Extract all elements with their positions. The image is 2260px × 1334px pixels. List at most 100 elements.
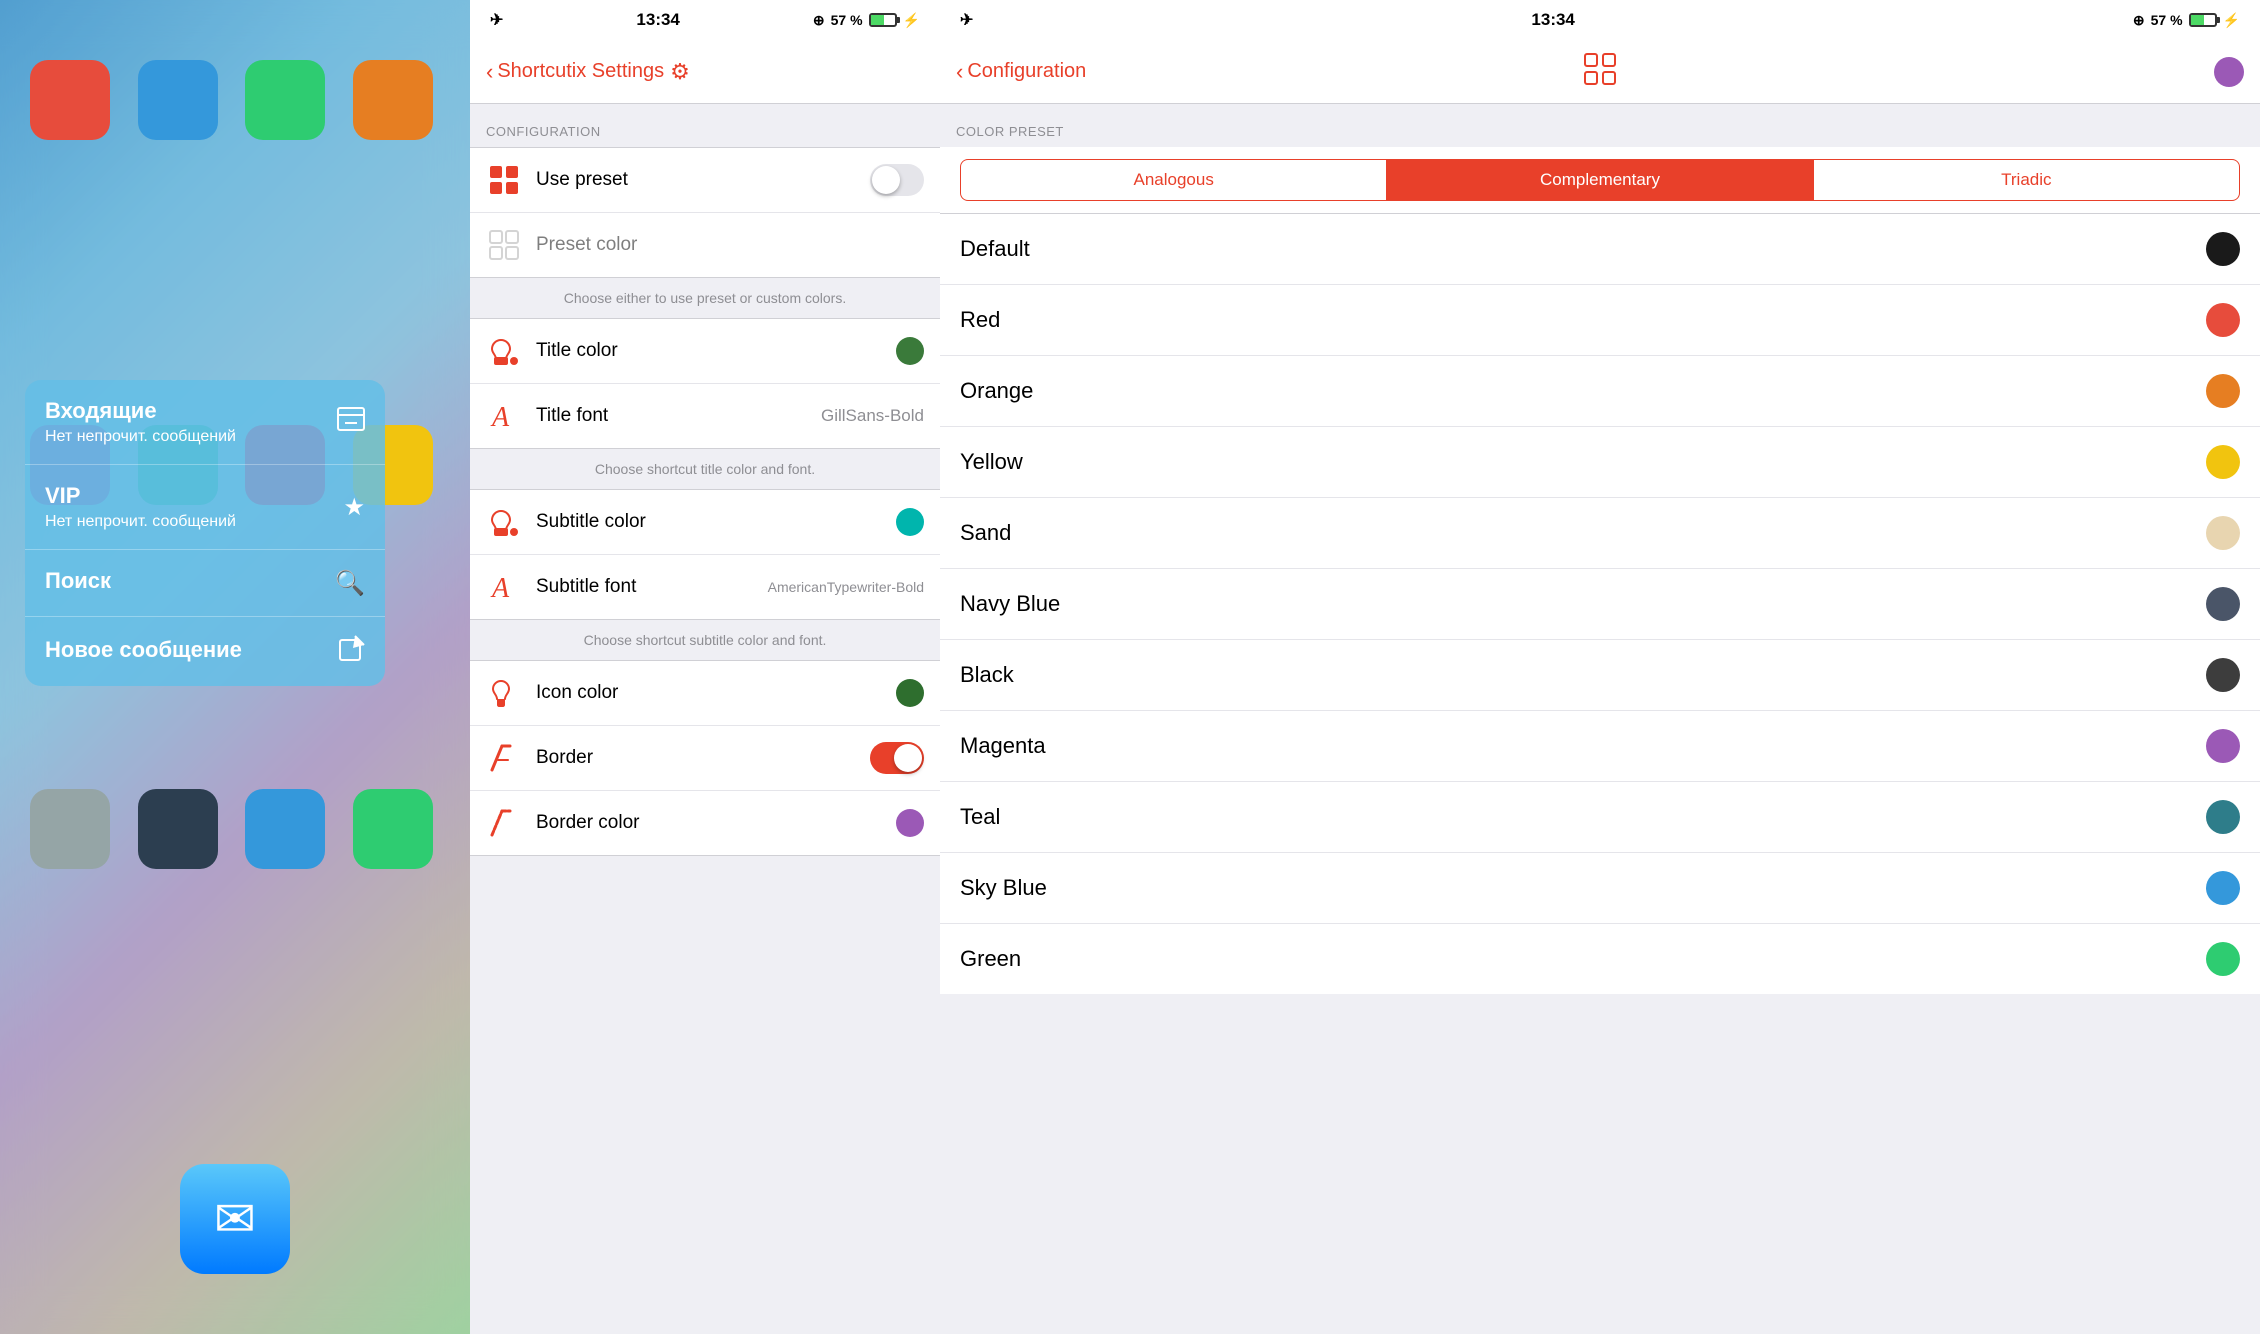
battery-fill <box>871 15 885 25</box>
color-list-item[interactable]: Yellow <box>940 427 2260 498</box>
mail-item-search-title: Поиск <box>45 568 111 594</box>
mail-item-subtitle: Нет непрочит. сообщений <box>45 428 236 446</box>
title-color-item[interactable]: Title color <box>470 319 940 384</box>
color-list-item[interactable]: Orange <box>940 356 2260 427</box>
color-list-item[interactable]: Magenta <box>940 711 2260 782</box>
airplane-icon: ✈ <box>490 10 503 30</box>
section-header-middle: CONFIGURATION <box>470 104 940 147</box>
svg-text:A: A <box>490 573 510 603</box>
border-color-dot <box>896 809 924 837</box>
subtitle-font-label: Subtitle font <box>536 576 768 598</box>
hs-icon <box>138 789 218 869</box>
grid-icon <box>486 162 522 198</box>
inbox-icon <box>337 407 365 438</box>
color-swatch <box>2206 658 2240 692</box>
left-panel: Входящие Нет непрочит. сообщений VIP Нет… <box>0 0 470 1334</box>
star-icon: ★ <box>343 493 365 522</box>
use-preset-item[interactable]: Use preset <box>470 148 940 213</box>
use-preset-toggle[interactable] <box>870 164 924 196</box>
color-list-label: Sand <box>960 520 2206 546</box>
tab-analogous[interactable]: Analogous <box>960 159 1386 201</box>
back-button-right[interactable]: ‹ Configuration <box>956 59 1086 85</box>
signal-icon-right: ⊕ <box>2133 12 2145 29</box>
color-list-item[interactable]: Green <box>940 924 2260 994</box>
color-list-label: Red <box>960 307 2206 333</box>
mail-item-search[interactable]: Поиск 🔍 <box>25 550 385 617</box>
color-list-label: Orange <box>960 378 2206 404</box>
chevron-left-icon-right: ‹ <box>956 59 963 85</box>
middle-panel: ✈ 13:34 ⊕ 57 % ⚡ ‹ Shortcutix Settings ⚙… <box>470 0 940 1334</box>
hs-icon <box>30 60 110 140</box>
back-button-middle[interactable]: ‹ Shortcutix Settings <box>486 59 664 85</box>
color-list-label: Black <box>960 662 2206 688</box>
hs-icon <box>245 789 325 869</box>
color-list-item[interactable]: Sky Blue <box>940 853 2260 924</box>
title-font-item[interactable]: A Title font GillSans-Bold <box>470 384 940 448</box>
hs-icon <box>245 60 325 140</box>
time-right: 13:34 <box>1531 10 1574 30</box>
toggle-knob <box>872 166 900 194</box>
paint-bucket-icon <box>486 333 522 369</box>
mail-item-compose[interactable]: Новое сообщение <box>25 617 385 686</box>
color-list-label: Navy Blue <box>960 591 2206 617</box>
color-list: Default Red Orange Yellow Sand Navy Blue… <box>940 214 2260 1334</box>
svg-text:A: A <box>490 402 510 432</box>
battery-icon-middle <box>869 13 897 27</box>
mail-app-icon[interactable] <box>180 1164 290 1274</box>
color-list-item[interactable]: Navy Blue <box>940 569 2260 640</box>
icon-color-label: Icon color <box>536 682 896 704</box>
mail-item-vip-title: VIP <box>45 483 236 509</box>
preset-color-item: Preset color <box>470 213 940 277</box>
color-list-item[interactable]: Default <box>940 214 2260 285</box>
preset-info-text: Choose either to use preset or custom co… <box>470 278 940 318</box>
color-swatch <box>2206 303 2240 337</box>
subtitle-font-value: AmericanTypewriter-Bold <box>768 579 924 595</box>
mail-item-title: Входящие <box>45 398 236 424</box>
icon-color-item[interactable]: Icon color <box>470 661 940 726</box>
mail-item-vip[interactable]: VIP Нет непрочит. сообщений ★ <box>25 465 385 550</box>
battery-fill-right <box>2191 15 2205 25</box>
color-swatch <box>2206 445 2240 479</box>
settings-list: Use preset Preset color <box>470 147 940 278</box>
subtitle-color-dot <box>896 508 924 536</box>
search-icon: 🔍 <box>335 569 365 598</box>
border-toggle[interactable] <box>870 742 924 774</box>
font-subtitle-icon: A <box>486 569 522 605</box>
color-list-item[interactable]: Teal <box>940 782 2260 853</box>
tab-triadic[interactable]: Triadic <box>1814 159 2240 201</box>
border-color-label: Border color <box>536 812 896 834</box>
mail-item-inbox[interactable]: Входящие Нет непрочит. сообщений <box>25 380 385 465</box>
border-color-icon <box>486 805 522 841</box>
status-bar-middle: ✈ 13:34 ⊕ 57 % ⚡ <box>470 0 940 40</box>
color-list-label: Teal <box>960 804 2206 830</box>
back-label-middle: Shortcutix Settings <box>497 60 664 83</box>
nav-bar-right: ‹ Configuration <box>940 40 2260 104</box>
battery-percent-right: 57 % <box>2151 12 2183 28</box>
color-list-item[interactable]: Sand <box>940 498 2260 569</box>
subtitle-color-item[interactable]: Subtitle color <box>470 490 940 555</box>
color-list-label: Magenta <box>960 733 2206 759</box>
color-swatch <box>2206 942 2240 976</box>
charging-icon: ⚡ <box>903 12 920 29</box>
status-bar-right: ✈ 13:34 ⊕ 57 % ⚡ <box>940 0 2260 40</box>
color-list-item[interactable]: Black <box>940 640 2260 711</box>
tab-complementary[interactable]: Complementary <box>1386 159 1813 201</box>
color-swatch <box>2206 516 2240 550</box>
nav-color-dot <box>2214 57 2244 87</box>
mail-item-compose-title: Новое сообщение <box>45 637 242 663</box>
icon-border-list: Icon color Border B <box>470 660 940 856</box>
border-toggle-knob <box>894 744 922 772</box>
section-header-right: COLOR PRESET <box>940 104 2260 147</box>
font-icon: A <box>486 398 522 434</box>
hs-icon <box>353 60 433 140</box>
subtitle-font-item[interactable]: A Subtitle font AmericanTypewriter-Bold <box>470 555 940 619</box>
border-color-item[interactable]: Border color <box>470 791 940 855</box>
use-preset-label: Use preset <box>536 169 870 191</box>
gear-icon[interactable]: ⚙ <box>670 59 690 85</box>
color-swatch <box>2206 374 2240 408</box>
color-swatch <box>2206 800 2240 834</box>
hs-icon <box>138 60 218 140</box>
color-list-label: Default <box>960 236 2206 262</box>
border-item[interactable]: Border <box>470 726 940 791</box>
color-list-item[interactable]: Red <box>940 285 2260 356</box>
